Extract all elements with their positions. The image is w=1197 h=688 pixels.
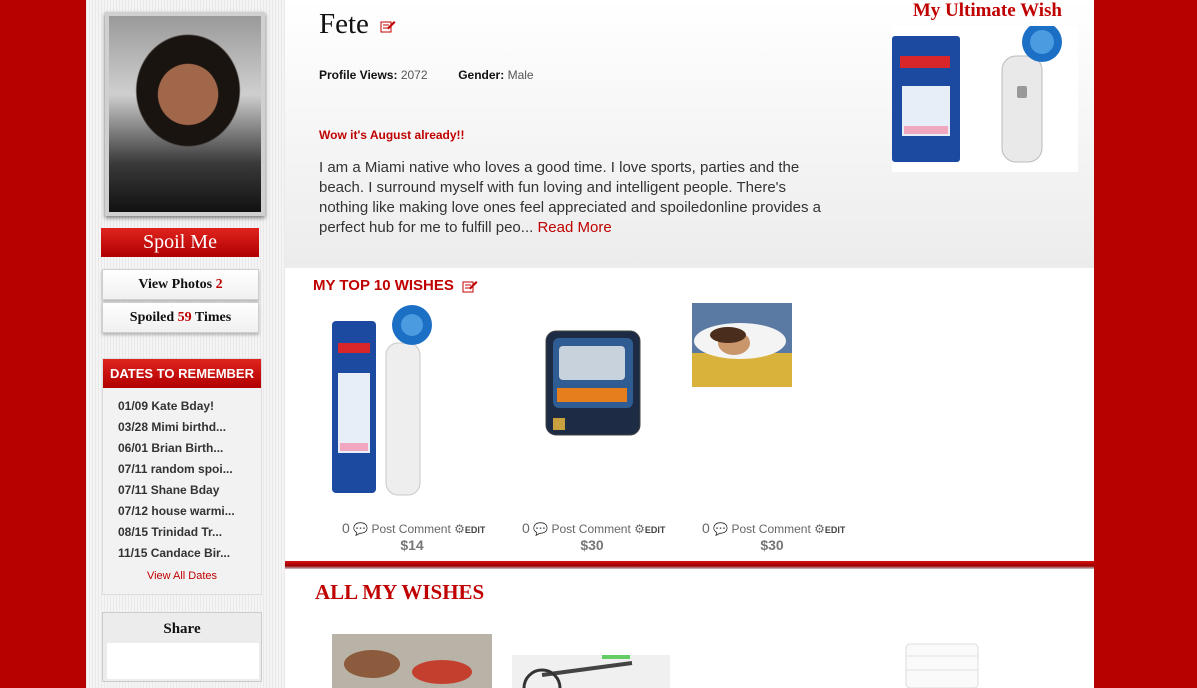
spoil-me-button[interactable]: Spoil Me [101,228,259,257]
wish-price: $30 [580,537,604,553]
date-item[interactable]: 06/01 Brian Birth... [118,438,261,459]
dates-to-remember: DATES TO REMEMBER 01/09 Kate Bday! 03/28… [102,358,262,595]
spoiled-times-button[interactable]: Spoiled 59 Times [102,302,259,333]
edit-link[interactable]: EDIT [465,525,486,535]
all-wishes-title: ALL MY WISHES [315,580,485,604]
wish-meta: 0 💬 Post Comment ⚙EDIT [522,520,702,536]
edit-link[interactable]: EDIT [645,525,666,535]
photo-count: 2 [215,277,223,292]
gear-icon[interactable]: ⚙ [454,522,465,536]
top-wishes-title: MY TOP 10 WISHES [313,277,478,294]
wish-meta: 0 💬 Post Comment ⚙EDIT [342,520,522,536]
comment-count: 0 [702,520,710,536]
wish-image-pillow[interactable] [692,303,792,387]
all-wish-image[interactable] [332,634,492,688]
wish-price: $30 [760,537,784,553]
post-comment-link[interactable]: Post Comment [551,522,630,536]
date-item[interactable]: 07/12 house warmi... [118,501,261,522]
views-value: 2072 [400,68,428,82]
gear-icon[interactable]: ⚙ [814,522,825,536]
dates-list: 01/09 Kate Bday! 03/28 Mimi birthd... 06… [103,388,261,564]
status-message: Wow it's August already!! [319,128,465,142]
comment-count: 0 [342,520,350,536]
spoiled-count: 59 [177,310,192,325]
edit-link[interactable]: EDIT [825,525,846,535]
post-comment-link[interactable]: Post Comment [371,522,450,536]
date-item[interactable]: 08/15 Trinidad Tr... [118,522,261,543]
wish-image-razor[interactable] [545,330,641,436]
wish-image-toothbrush[interactable] [330,303,438,497]
view-photos-label: View Photos [138,277,213,292]
read-more-link[interactable]: Read More [537,219,611,236]
date-item[interactable]: 07/11 Shane Bday [118,480,261,501]
gender-label: Gender: [458,68,505,82]
sidebar: Spoil Me View Photos 2 Spoiled 59 Times … [86,0,285,688]
spoiled-label: Spoiled [129,310,175,325]
views-label: Profile Views: [319,68,398,82]
profile-photo [109,16,261,212]
date-item[interactable]: 03/28 Mimi birthd... [118,417,261,438]
post-comment-link[interactable]: Post Comment [731,522,810,536]
dates-heading: DATES TO REMEMBER [103,359,261,388]
profile-name-row: Fete [319,8,396,41]
edit-icon[interactable] [380,19,396,33]
page: Spoil Me View Photos 2 Spoiled 59 Times … [86,0,1094,688]
share-title: Share [163,621,201,637]
gender-value: Male [507,68,534,82]
share-box: Share [102,612,262,682]
top-wishes-label: MY TOP 10 WISHES [313,277,454,294]
speech-bubble-icon: 💬 [353,522,369,536]
date-item[interactable]: 11/15 Candace Bir... [118,543,261,564]
section-divider [285,561,1094,569]
all-wish-image[interactable] [902,640,982,688]
ultimate-wish-title: My Ultimate Wish [912,0,1062,21]
profile-name: Fete [319,8,369,40]
speech-bubble-icon: 💬 [713,522,729,536]
view-photos-button[interactable]: View Photos 2 [102,269,259,300]
date-item[interactable]: 01/09 Kate Bday! [118,396,261,417]
wish-price: $14 [400,537,424,553]
ultimate-wish-image[interactable] [892,26,1078,172]
avatar[interactable] [105,12,265,216]
view-all-dates-link[interactable]: View All Dates [103,570,261,582]
gear-icon[interactable]: ⚙ [634,522,645,536]
spoiled-suffix: Times [194,310,232,325]
date-item[interactable]: 07/11 random spoi... [118,459,261,480]
all-wish-image[interactable] [512,655,670,688]
share-widget[interactable] [107,643,259,679]
edit-icon[interactable] [462,279,478,293]
comment-count: 0 [522,520,530,536]
profile-stats: Profile Views: 2072 Gender: Male [319,68,534,82]
bio: I am a Miami native who loves a good tim… [319,158,829,238]
speech-bubble-icon: 💬 [533,522,549,536]
wish-meta: 0 💬 Post Comment ⚙EDIT [702,520,882,536]
